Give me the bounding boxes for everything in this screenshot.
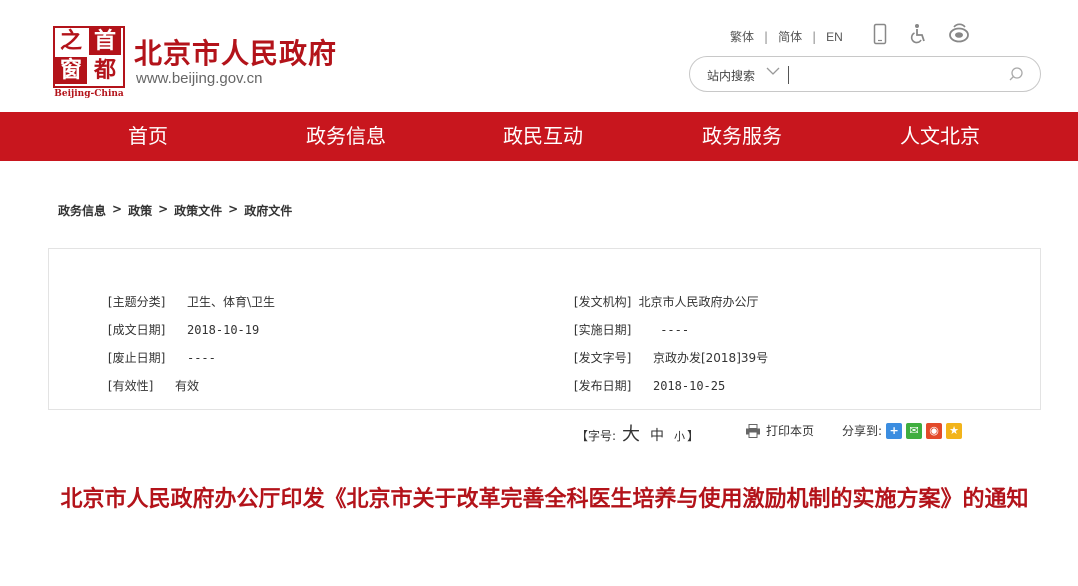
meta-value: 有效 [174,379,199,393]
font-size-control: 【字号: 大 中 小 】 [576,420,699,446]
nav-item-culture-beijing[interactable]: 人文北京 [880,112,1000,161]
top-links: 繁体 | 简体 | EN [730,28,843,45]
font-size-small-button[interactable]: 小 [674,428,685,444]
font-size-large-button[interactable]: 大 [622,420,640,446]
weibo-share-icon[interactable]: ◉ [926,422,943,439]
search-scope-label[interactable]: 站内搜索 [707,67,755,84]
weibo-icon[interactable] [948,23,970,45]
font-size-label: 【字号: [576,429,617,443]
site-logo[interactable]: 之 首 窗 都 Beijing-China [53,26,125,100]
nav-item-public-interaction[interactable]: 政民互动 [483,112,603,161]
search-icon[interactable] [1008,66,1024,82]
logo-char-4: 都 [89,57,121,84]
logo-char-2: 首 [89,28,121,55]
site-url: www.beijing.gov.cn [136,70,263,87]
search-box: 站内搜索 [689,56,1041,92]
breadcrumb-separator: > [158,202,169,216]
search-divider [788,66,789,84]
search-input[interactable] [794,63,994,85]
document-title: 北京市人民政府办公厅印发《北京市关于改革完善全科医生培养与使用激励机制的实施方案… [60,487,1029,512]
site-title[interactable]: 北京市人民政府 [134,32,337,72]
separator: | [764,29,769,44]
print-button[interactable]: 打印本页 [745,422,814,439]
meta-label: [有效性] [107,379,154,393]
nav-item-home[interactable]: 首页 [98,112,198,161]
meta-value: 2018-10-25 [652,379,726,393]
separator: | [812,29,817,44]
share-bar: 分享到: + ✉ ◉ ★ [842,422,963,439]
accessibility-icon[interactable] [910,23,928,45]
simplified-chinese-link[interactable]: 简体 [778,28,802,45]
logo-char-1: 之 [55,28,87,55]
print-label: 打印本页 [766,424,815,438]
qzone-icon[interactable]: ★ [946,422,963,439]
font-size-medium-button[interactable]: 中 [650,425,664,445]
mobile-icon[interactable] [873,23,887,45]
breadcrumb-item[interactable]: 政务信息 [58,202,106,219]
meta-validity: [有效性] 有效 [79,363,199,408]
breadcrumb-separator: > [228,202,239,216]
wechat-icon[interactable]: ✉ [906,422,923,439]
main-nav: 首页 政务信息 政民互动 政务服务 人文北京 [0,112,1078,161]
chevron-down-icon[interactable] [765,63,781,79]
font-size-close-bracket: 】 [687,429,700,443]
share-more-icon[interactable]: + [886,422,903,439]
logo-char-3: 窗 [55,57,87,84]
breadcrumb-item[interactable]: 政府文件 [244,202,292,219]
printer-icon [746,423,760,438]
english-link[interactable]: EN [826,30,843,44]
share-label: 分享到: [842,424,883,438]
document-meta-box: [主题分类] 卫生、体育\卫生 [成文日期] 2018-10-19 [废止日期]… [48,248,1041,410]
traditional-chinese-link[interactable]: 繁体 [730,28,754,45]
meta-label: [发布日期] [573,379,632,393]
nav-item-government-info[interactable]: 政务信息 [286,112,406,161]
logo-subtitle: Beijing-China [54,89,124,99]
nav-item-government-services[interactable]: 政务服务 [682,112,802,161]
meta-published: [发布日期] 2018-10-25 [545,363,725,408]
breadcrumb: 政务信息 > 政策 > 政策文件 > 政府文件 [58,202,292,219]
breadcrumb-item[interactable]: 政策文件 [174,202,222,219]
breadcrumb-separator: > [112,202,123,216]
breadcrumb-item[interactable]: 政策 [128,202,152,219]
